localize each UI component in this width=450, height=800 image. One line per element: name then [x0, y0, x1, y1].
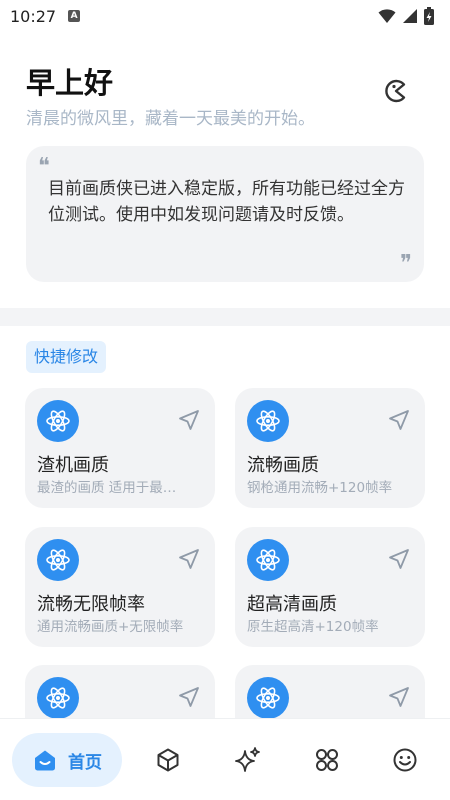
cube-icon: [157, 748, 179, 772]
atom-icon: [247, 400, 289, 442]
preset-title: 超高清画质: [247, 594, 337, 615]
preset-card-1[interactable]: 流畅画质 钢枪通用流畅+120帧率: [235, 388, 425, 508]
nav-cube-tab[interactable]: [154, 746, 182, 774]
preset-title: 渣机画质: [37, 455, 109, 476]
nav-profile-tab[interactable]: [391, 746, 419, 774]
battery-charging-icon: [424, 7, 434, 25]
bottom-nav: 首页: [0, 718, 450, 800]
home-icon: [35, 750, 55, 771]
preset-card-2[interactable]: 流畅无限帧率 通用流畅画质+无限帧率: [25, 527, 215, 647]
signal-icon: [403, 9, 417, 23]
send-icon[interactable]: [177, 547, 201, 571]
preset-title: 流畅画质: [247, 455, 319, 476]
a-icon: A: [68, 10, 81, 22]
greeting-title: 早上好: [26, 66, 114, 100]
preset-card-3[interactable]: 超高清画质 原生超高清+120帧率: [235, 527, 425, 647]
preset-desc: 钢枪通用流畅+120帧率: [247, 480, 393, 496]
send-icon[interactable]: [387, 547, 411, 571]
status-time: 10:27: [10, 6, 57, 26]
section-tag: 快捷修改: [26, 341, 107, 373]
nav-home-label: 首页: [68, 752, 102, 773]
atom-icon: [37, 677, 79, 719]
preset-card-0[interactable]: 渣机画质 最渣的画质 适用于最…: [25, 388, 215, 508]
moon-toggle-icon: [385, 79, 406, 103]
notice-card: ❝ 目前画质侠已进入稳定版，所有功能已经过全方位测试。使用中如发现问题请及时反馈…: [26, 146, 424, 282]
wifi-icon: [378, 9, 396, 23]
send-icon[interactable]: [387, 408, 411, 432]
nav-home-tab[interactable]: 首页: [12, 733, 122, 787]
notice-text: 目前画质侠已进入稳定版，所有功能已经过全方位测试。使用中如发现问题请及时反馈。: [48, 179, 405, 225]
sparkle-icon: [235, 747, 260, 772]
send-icon[interactable]: [387, 685, 411, 709]
smile-icon: [393, 748, 417, 772]
send-icon[interactable]: [177, 685, 201, 709]
atom-icon: [247, 677, 289, 719]
nav-sparkle-tab[interactable]: [234, 746, 262, 774]
preset-desc: 通用流畅画质+无限帧率: [37, 619, 184, 635]
quote-close-icon: ❞: [400, 251, 412, 276]
status-right: [378, 7, 434, 25]
nav-apps-tab[interactable]: [313, 746, 341, 774]
apps-grid-icon: [316, 749, 338, 771]
status-left: 10:27 A: [10, 6, 81, 26]
preset-desc: 原生超高清+120帧率: [247, 619, 379, 635]
atom-icon: [37, 400, 79, 442]
theme-toggle-button[interactable]: [381, 76, 411, 106]
greeting-subtitle: 清晨的微风里，藏着一天最美的开始。: [26, 109, 315, 129]
atom-icon: [37, 539, 79, 581]
status-bar: 10:27 A: [0, 0, 450, 32]
atom-icon: [247, 539, 289, 581]
section-divider: [0, 308, 450, 326]
send-icon[interactable]: [177, 408, 201, 432]
preset-title: 流畅无限帧率: [37, 594, 145, 615]
preset-desc: 最渣的画质 适用于最…: [37, 480, 177, 496]
